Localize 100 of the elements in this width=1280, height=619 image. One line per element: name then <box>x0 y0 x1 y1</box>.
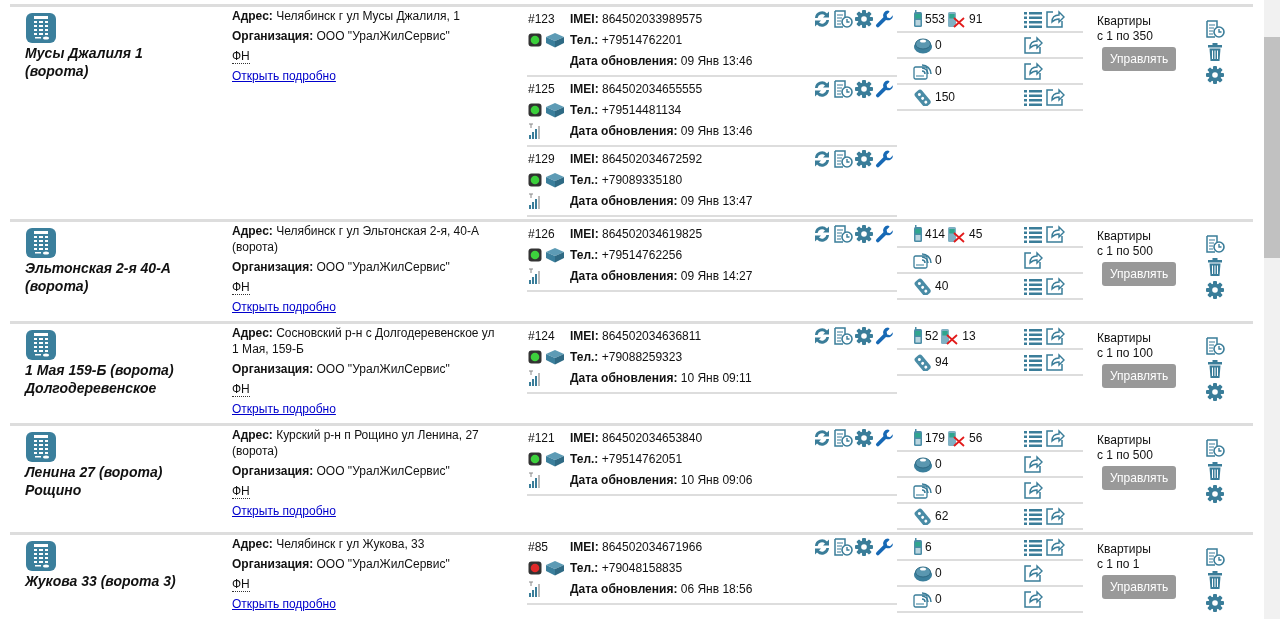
history-icon[interactable] <box>833 537 853 557</box>
fn-abbreviation: ФН <box>232 382 250 397</box>
export-icon[interactable] <box>1045 225 1065 243</box>
export-icon[interactable] <box>1045 507 1065 525</box>
imei-text: IMEI: 864502034671966 <box>570 539 704 554</box>
history-icon[interactable] <box>1205 336 1225 356</box>
wrench-icon[interactable] <box>875 149 895 169</box>
phone-text: Тел.: +79514762256 <box>570 247 684 262</box>
fn-abbreviation: ФН <box>232 577 250 592</box>
delete-icon[interactable] <box>1207 42 1223 62</box>
open-details-link[interactable]: Открыть подробно <box>232 69 336 83</box>
history-icon[interactable] <box>833 9 853 29</box>
refresh-icon[interactable] <box>812 79 832 99</box>
wrench-icon[interactable] <box>875 9 895 29</box>
refresh-icon[interactable] <box>812 9 832 29</box>
scrollbar-thumb[interactable] <box>1264 37 1280 258</box>
settings-icon[interactable] <box>1205 484 1225 504</box>
settings-icon[interactable] <box>854 537 874 557</box>
delete-icon[interactable] <box>1207 359 1223 379</box>
list-icon[interactable] <box>1023 225 1043 243</box>
open-details-link[interactable]: Открыть подробно <box>232 402 336 416</box>
controller-number: #129 <box>528 151 556 166</box>
list-icon[interactable] <box>1023 353 1043 371</box>
delete-icon[interactable] <box>1207 570 1223 590</box>
address-text: Адрес: Челябинск г ул Эльтонская 2-я, 40-А (ворота) <box>232 223 480 255</box>
history-icon[interactable] <box>833 428 853 448</box>
apartments-range: с 1 по 500 <box>1097 244 1154 259</box>
open-details-link[interactable]: Открыть подробно <box>232 597 336 611</box>
list-icon[interactable] <box>1023 538 1043 556</box>
organization-text: Организация: ООО "УралЖилСервис" <box>232 28 451 44</box>
object-title: Эльтонская 2-я 40-А (ворота) <box>25 260 171 294</box>
scrollbar-track[interactable] <box>1264 0 1280 619</box>
wrench-icon[interactable] <box>875 537 895 557</box>
controller-number: #124 <box>528 328 556 343</box>
refresh-icon[interactable] <box>812 428 832 448</box>
export-icon[interactable] <box>1023 62 1043 80</box>
open-details-link[interactable]: Открыть подробно <box>232 300 336 314</box>
history-icon[interactable] <box>833 149 853 169</box>
export-icon[interactable] <box>1045 353 1065 371</box>
export-icon[interactable] <box>1023 590 1043 608</box>
refresh-icon[interactable] <box>812 224 832 244</box>
export-icon[interactable] <box>1045 429 1065 447</box>
phone-text: Тел.: +79048158835 <box>570 560 684 575</box>
settings-icon[interactable] <box>854 79 874 99</box>
list-icon[interactable] <box>1023 10 1043 28</box>
phone-text: Тел.: +79089335180 <box>570 172 684 187</box>
delete-icon[interactable] <box>1207 257 1223 277</box>
settings-icon[interactable] <box>1205 593 1225 613</box>
history-icon[interactable] <box>833 326 853 346</box>
export-icon[interactable] <box>1023 251 1043 269</box>
history-icon[interactable] <box>1205 19 1225 39</box>
wrench-icon[interactable] <box>875 224 895 244</box>
export-icon[interactable] <box>1023 36 1043 54</box>
settings-icon[interactable] <box>854 428 874 448</box>
export-icon[interactable] <box>1045 277 1065 295</box>
settings-icon[interactable] <box>1205 382 1225 402</box>
list-icon[interactable] <box>1023 429 1043 447</box>
counter-value: 0 <box>935 253 942 267</box>
phone-text: Тел.: +79514481134 <box>570 102 683 117</box>
settings-icon[interactable] <box>854 9 874 29</box>
settings-icon[interactable] <box>1205 65 1225 85</box>
apartments-range: с 1 по 500 <box>1097 448 1154 463</box>
history-icon[interactable] <box>833 224 853 244</box>
delete-icon[interactable] <box>1207 461 1223 481</box>
settings-icon[interactable] <box>854 224 874 244</box>
export-icon[interactable] <box>1045 10 1065 28</box>
counter-value: 40 <box>935 279 949 293</box>
refresh-icon[interactable] <box>812 149 832 169</box>
wrench-icon[interactable] <box>875 428 895 448</box>
wrench-icon[interactable] <box>875 79 895 99</box>
settings-icon[interactable] <box>854 326 874 346</box>
refresh-icon[interactable] <box>812 326 832 346</box>
settings-icon[interactable] <box>1205 280 1225 300</box>
export-icon[interactable] <box>1023 455 1043 473</box>
phone-icon <box>913 225 923 243</box>
history-icon[interactable] <box>1205 234 1225 254</box>
history-icon[interactable] <box>833 79 853 99</box>
update-date-text: Дата обновления: 10 Янв 09:11 <box>570 370 753 385</box>
counter-value: 0 <box>935 592 942 606</box>
export-icon[interactable] <box>1045 88 1065 106</box>
address-text: Адрес: Курский р-н п Рощино ул Ленина, 27 (ворота) <box>232 427 480 459</box>
settings-icon[interactable] <box>854 149 874 169</box>
open-details-link[interactable]: Открыть подробно <box>232 504 336 518</box>
box-icon <box>545 246 565 263</box>
box-icon <box>545 171 565 188</box>
export-icon[interactable] <box>1045 538 1065 556</box>
list-icon[interactable] <box>1023 507 1043 525</box>
export-icon[interactable] <box>1023 564 1043 582</box>
export-icon[interactable] <box>1045 327 1065 345</box>
history-icon[interactable] <box>1205 547 1225 567</box>
blocked-count: 45 <box>969 227 983 241</box>
list-icon[interactable] <box>1023 88 1043 106</box>
refresh-icon[interactable] <box>812 537 832 557</box>
list-icon[interactable] <box>1023 327 1043 345</box>
counter-value: 553 <box>925 12 946 26</box>
history-icon[interactable] <box>1205 438 1225 458</box>
export-icon[interactable] <box>1023 481 1043 499</box>
wrench-icon[interactable] <box>875 326 895 346</box>
list-icon[interactable] <box>1023 277 1043 295</box>
fn-abbreviation: ФН <box>232 484 250 499</box>
